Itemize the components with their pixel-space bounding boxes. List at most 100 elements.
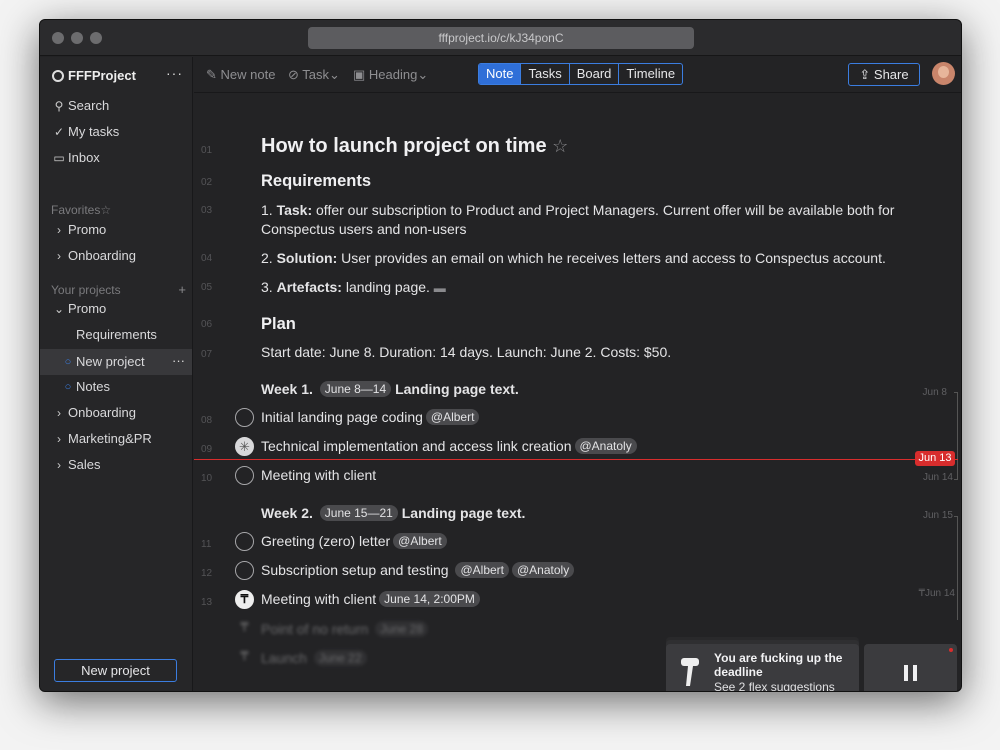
- sidebar-item-fav-onboarding[interactable]: › Onboarding: [40, 244, 192, 268]
- circle-icon: ○: [64, 381, 72, 393]
- task-button[interactable]: ⊘ Task⌄: [288, 67, 340, 83]
- sidebar-item-inbox[interactable]: ▭ Inbox: [40, 146, 192, 170]
- line-number: 01: [201, 145, 213, 156]
- sidebar-item-marketing[interactable]: › Marketing&PR: [40, 427, 192, 451]
- heading-icon: ▣: [353, 67, 369, 82]
- tab-note[interactable]: Note: [479, 64, 521, 84]
- close-window-button[interactable]: [52, 32, 64, 44]
- tab-tasks[interactable]: Tasks: [520, 64, 568, 84]
- projects-header: Your projects: [51, 283, 121, 297]
- timeline-bracket: [954, 516, 958, 620]
- page-title[interactable]: How to launch project on time ☆: [261, 135, 568, 158]
- note-editor[interactable]: 01 02 03 04 05 06 07 08 09 10 11 12 13 H…: [194, 94, 961, 691]
- sidebar-item-sales[interactable]: › Sales: [40, 453, 192, 477]
- sidebar-item-onboarding[interactable]: › Onboarding: [40, 401, 192, 425]
- line-number: 11: [201, 539, 212, 550]
- task-checkbox[interactable]: [235, 408, 254, 427]
- star-icon[interactable]: ☆: [100, 203, 111, 217]
- flex-suggestions-link[interactable]: See 2 flex suggestions: [714, 680, 835, 691]
- tab-board[interactable]: Board: [568, 64, 619, 84]
- sidebar-item-promo[interactable]: ⌄ Promo: [40, 297, 192, 321]
- maximize-window-button[interactable]: [90, 32, 102, 44]
- task-item[interactable]: Subscription setup and testing @Albert @A…: [261, 562, 575, 578]
- sidebar-item-label: Requirements: [76, 327, 157, 342]
- heading-label: Heading: [368, 67, 418, 82]
- assignee-tag[interactable]: @Anatoly: [512, 562, 575, 578]
- pin-icon: [681, 658, 699, 686]
- task-item[interactable]: Launch June 22: [261, 650, 367, 666]
- new-note-button[interactable]: ✎ New note: [206, 67, 275, 83]
- new-project-button[interactable]: New project: [54, 659, 177, 682]
- task-checkbox[interactable]: [235, 466, 254, 485]
- date-range-tag[interactable]: June 8—14: [319, 381, 392, 397]
- task-item[interactable]: Point of no return June 28: [261, 621, 428, 637]
- date-tag: June 22: [313, 650, 367, 666]
- deadline-notification[interactable]: You are fucking up the deadline See 2 fl…: [666, 644, 859, 691]
- line-number: 05: [201, 282, 213, 293]
- workspace-more-icon[interactable]: ···: [166, 65, 183, 81]
- brand-logo-icon: [52, 70, 64, 82]
- task-text: Meeting with client: [261, 467, 377, 483]
- heading-button[interactable]: ▣ Heading⌄: [353, 67, 428, 83]
- task-item[interactable]: Greeting (zero) letter @Albert: [261, 533, 447, 549]
- date-tag[interactable]: June 14, 2:00PM: [379, 591, 480, 607]
- today-badge: Jun 13: [915, 451, 955, 466]
- pause-icon: [913, 665, 917, 681]
- sidebar-item-label: Marketing&PR: [68, 431, 152, 446]
- line-number: 02: [201, 177, 213, 188]
- share-icon: ⇪: [859, 67, 874, 82]
- assignee-tag[interactable]: @Anatoly: [574, 438, 637, 454]
- sidebar-item-requirements[interactable]: Requirements: [40, 323, 192, 347]
- chevron-right-icon: ›: [57, 406, 61, 420]
- assignee-tag[interactable]: @Albert: [393, 533, 447, 549]
- workspace-name[interactable]: FFFProject: [68, 68, 136, 83]
- task-text: Subscription setup and testing: [261, 562, 449, 578]
- list-number: 2.: [261, 250, 277, 266]
- task-item[interactable]: Initial landing page coding @Albert: [261, 409, 480, 425]
- item-more-icon[interactable]: ···: [172, 348, 185, 374]
- task-checkbox[interactable]: [235, 561, 254, 580]
- comment-icon[interactable]: ▬: [434, 281, 446, 295]
- assignee-tag[interactable]: @Albert: [455, 562, 509, 578]
- requirements-heading: Requirements: [261, 172, 372, 190]
- task-item[interactable]: Meeting with client June 14, 2:00PM: [261, 591, 480, 607]
- line-number: 07: [201, 349, 213, 360]
- title-bar: fffproject.io/c/kJ34ponC: [40, 20, 961, 56]
- avatar[interactable]: [932, 62, 955, 85]
- task-item[interactable]: Technical implementation and access link…: [261, 438, 637, 454]
- pause-button[interactable]: [864, 644, 957, 691]
- sidebar-item-fav-promo[interactable]: › Promo: [40, 218, 192, 242]
- minimize-window-button[interactable]: [71, 32, 83, 44]
- timeline-date: Jun 8: [922, 387, 947, 398]
- requirement-text: User provides an email on which he recei…: [337, 250, 886, 266]
- line-number: 08: [201, 415, 213, 426]
- chevron-right-icon: ›: [57, 432, 61, 446]
- view-switcher: Note Tasks Board Timeline: [478, 63, 684, 85]
- task-text: Meeting with client: [261, 591, 377, 607]
- sidebar-item-search[interactable]: ⚲ Search: [40, 94, 192, 118]
- task-item[interactable]: Meeting with client: [261, 467, 376, 483]
- task-checkbox[interactable]: [235, 532, 254, 551]
- address-bar[interactable]: fffproject.io/c/kJ34ponC: [308, 27, 694, 49]
- share-button[interactable]: ⇪ Share: [848, 63, 920, 86]
- star-icon[interactable]: ☆: [552, 136, 568, 156]
- assignee-tag[interactable]: @Albert: [425, 409, 480, 425]
- new-note-label: New note: [220, 67, 276, 82]
- week2-heading: Week 2. June 15—21 Landing page text.: [261, 505, 525, 521]
- sidebar-item-label: Onboarding: [68, 248, 136, 263]
- requirement-text: landing page.: [341, 279, 430, 295]
- in-progress-icon[interactable]: ✳: [235, 437, 254, 456]
- line-number: 12: [201, 568, 213, 579]
- add-project-icon[interactable]: +: [178, 282, 186, 297]
- sidebar-item-my-tasks[interactable]: ✓ My tasks: [40, 120, 192, 144]
- sidebar-item-label: Inbox: [68, 150, 100, 165]
- pin-icon[interactable]: ₸: [235, 590, 254, 609]
- date-range-tag[interactable]: June 15—21: [319, 505, 398, 521]
- sidebar-item-notes[interactable]: ○ Notes: [40, 375, 192, 399]
- task-text: Technical implementation and access link…: [261, 438, 572, 454]
- tab-timeline[interactable]: Timeline: [618, 64, 682, 84]
- sidebar-item-new-project[interactable]: ○ New project ···: [40, 349, 192, 375]
- list-number: 3.: [261, 279, 277, 295]
- chevron-right-icon: ›: [57, 458, 61, 472]
- task-text: Launch: [261, 650, 307, 666]
